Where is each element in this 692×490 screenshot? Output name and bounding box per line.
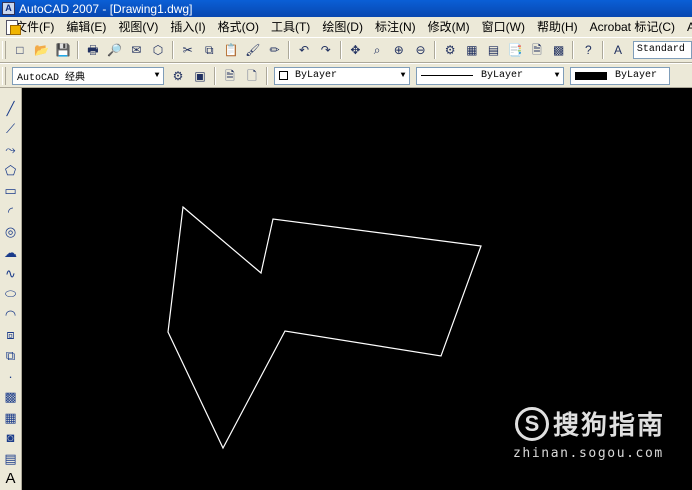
- menu-modify[interactable]: 修改(M): [422, 17, 476, 37]
- toolbar-separator: [572, 41, 575, 59]
- plot-preview-icon[interactable]: 🔎: [105, 40, 125, 60]
- insert-block-icon[interactable]: ⧈: [1, 325, 21, 346]
- menu-help[interactable]: 帮助(H): [531, 17, 584, 37]
- brush-icon[interactable]: ✏: [265, 40, 285, 60]
- copy-icon[interactable]: ⧉: [199, 40, 219, 60]
- title-bar: A AutoCAD 2007 - [Drawing1.dwg]: [0, 0, 692, 17]
- zoom-previous-icon[interactable]: ⊖: [411, 40, 431, 60]
- polyline-shape[interactable]: [167, 205, 482, 450]
- ellipse-icon[interactable]: ⬭: [1, 283, 21, 304]
- toolbar-separator: [339, 41, 342, 59]
- publish-icon[interactable]: ✉: [126, 40, 146, 60]
- line-icon[interactable]: ╱: [1, 98, 21, 119]
- toolbar-separator: [171, 41, 174, 59]
- redo-icon[interactable]: ↷: [316, 40, 336, 60]
- menu-window[interactable]: 窗口(W): [476, 17, 531, 37]
- table-icon[interactable]: ▤: [1, 448, 21, 469]
- make-block-icon[interactable]: ⧉: [1, 345, 21, 366]
- autocad-app-icon[interactable]: A: [2, 2, 15, 15]
- menu-dimension[interactable]: 标注(N): [369, 17, 422, 37]
- menu-format[interactable]: 格式(O): [212, 17, 265, 37]
- color-swatch: [279, 71, 288, 80]
- tool-palettes-icon[interactable]: ▤: [484, 40, 504, 60]
- color-value: ByLayer: [295, 70, 338, 81]
- zoom-window-icon[interactable]: ⊕: [389, 40, 409, 60]
- window-title: AutoCAD 2007 - [Drawing1.dwg]: [19, 1, 193, 16]
- calculator-icon[interactable]: ▩: [549, 40, 569, 60]
- properties-icon[interactable]: ⚙: [440, 40, 460, 60]
- save-icon[interactable]: 💾: [53, 40, 73, 60]
- toolbar-separator: [214, 66, 216, 85]
- linetype-value: ByLayer: [481, 70, 524, 81]
- menu-insert[interactable]: 插入(I): [164, 17, 211, 37]
- point-icon[interactable]: ·: [1, 366, 21, 387]
- sogou-logo-icon: S: [515, 406, 549, 441]
- chevron-down-icon: ▼: [154, 71, 160, 80]
- toolbar-separator: [77, 41, 80, 59]
- text-style-select[interactable]: Standard: [632, 41, 692, 59]
- new-icon[interactable]: □: [10, 40, 30, 60]
- menu-bar: 文件(F) 编辑(E) 视图(V) 插入(I) 格式(O) 工具(T) 绘图(D…: [0, 17, 692, 37]
- region-icon[interactable]: ◙: [1, 428, 21, 449]
- paste-icon[interactable]: 📋: [221, 40, 241, 60]
- arc-icon[interactable]: ◜: [1, 201, 21, 222]
- open-icon[interactable]: 📂: [32, 40, 52, 60]
- chevron-down-icon: ▼: [400, 71, 406, 80]
- plot-icon[interactable]: 🖶: [83, 40, 103, 60]
- gradient-icon[interactable]: ▦: [1, 407, 21, 428]
- pdf-icon[interactable]: 🗎: [220, 66, 240, 86]
- polygon-icon[interactable]: ⬠: [1, 160, 21, 181]
- toolbar-grip[interactable]: [2, 66, 6, 85]
- polyline-icon[interactable]: ⤳: [1, 139, 21, 160]
- toolbar-separator: [288, 41, 291, 59]
- markup-icon[interactable]: 🗎: [527, 40, 547, 60]
- workspace-value: AutoCAD 经典: [17, 72, 86, 84]
- text-style-icon[interactable]: A: [608, 40, 628, 60]
- menu-edit[interactable]: 编辑(E): [60, 17, 112, 37]
- toolbar-grip[interactable]: [2, 41, 6, 59]
- help-icon[interactable]: ?: [578, 40, 598, 60]
- standard-toolbar: □ 📂 💾 🖶 🔎 ✉ ⬡ ✂ ⧉ 📋 🖌 ✏ ↶ ↷ ✥ ⌕ ⊕ ⊖ ⚙ ▦ …: [0, 37, 692, 63]
- menu-view[interactable]: 视图(V): [112, 17, 164, 37]
- spline-icon[interactable]: ∿: [1, 263, 21, 284]
- lineweight-dropdown[interactable]: ByLayer: [570, 66, 670, 85]
- workspace-settings-icon[interactable]: ⚙: [168, 66, 188, 86]
- rectangle-icon[interactable]: ▭: [1, 180, 21, 201]
- workspace-toolbar-icon[interactable]: ▣: [190, 66, 210, 86]
- circle-icon[interactable]: ◎: [1, 222, 21, 243]
- watermark-logo: S 搜狗指南: [515, 405, 665, 442]
- menu-acrobat-markup[interactable]: Acrobat 标记(C): [584, 17, 681, 37]
- sheet-set-icon[interactable]: 📑: [505, 40, 525, 60]
- pdf-settings-icon[interactable]: 🗋: [242, 66, 262, 86]
- toolbar-separator: [434, 41, 437, 59]
- properties-toolbar: AutoCAD 经典 ▼ ⚙ ▣ 🗎 🗋 ByLayer ▼ ByLayer ▼…: [0, 63, 692, 88]
- cut-icon[interactable]: ✂: [178, 40, 198, 60]
- menu-draw[interactable]: 绘图(D): [316, 17, 369, 37]
- match-properties-icon[interactable]: 🖌: [243, 40, 263, 60]
- workspace-dropdown[interactable]: AutoCAD 经典 ▼: [12, 66, 164, 85]
- lineweight-sample: [575, 71, 607, 80]
- multiline-text-icon[interactable]: A: [1, 469, 21, 490]
- menu-tools[interactable]: 工具(T): [265, 17, 316, 37]
- ellipse-arc-icon[interactable]: ◠: [1, 304, 21, 325]
- watermark-title: 搜狗指南: [553, 410, 666, 440]
- lineweight-value: ByLayer: [615, 70, 658, 81]
- construction-line-icon[interactable]: ⟋: [1, 119, 21, 140]
- watermark-url: zhinan.sogou.com: [513, 446, 664, 461]
- undo-icon[interactable]: ↶: [294, 40, 314, 60]
- linetype-dropdown[interactable]: ByLayer ▼: [416, 66, 564, 85]
- chevron-down-icon: ▼: [554, 71, 560, 80]
- draw-toolbar: ╱ ⟋ ⤳ ⬠ ▭ ◜ ◎ ☁ ∿ ⬭ ◠ ⧈ ⧉ · ▩ ▦ ◙ ▤ A: [0, 88, 22, 490]
- pan-icon[interactable]: ✥: [346, 40, 366, 60]
- zoom-realtime-icon[interactable]: ⌕: [367, 40, 387, 60]
- linetype-sample: [421, 75, 473, 76]
- revision-cloud-icon[interactable]: ☁: [1, 242, 21, 263]
- hatch-icon[interactable]: ▩: [1, 386, 21, 407]
- design-center-icon[interactable]: ▦: [462, 40, 482, 60]
- color-dropdown[interactable]: ByLayer ▼: [274, 66, 410, 85]
- toolbar-separator: [266, 66, 268, 85]
- toolbar-separator: [602, 41, 605, 59]
- 3d-dwf-icon[interactable]: ⬡: [148, 40, 168, 60]
- menu-overflow[interactable]: A: [681, 17, 692, 37]
